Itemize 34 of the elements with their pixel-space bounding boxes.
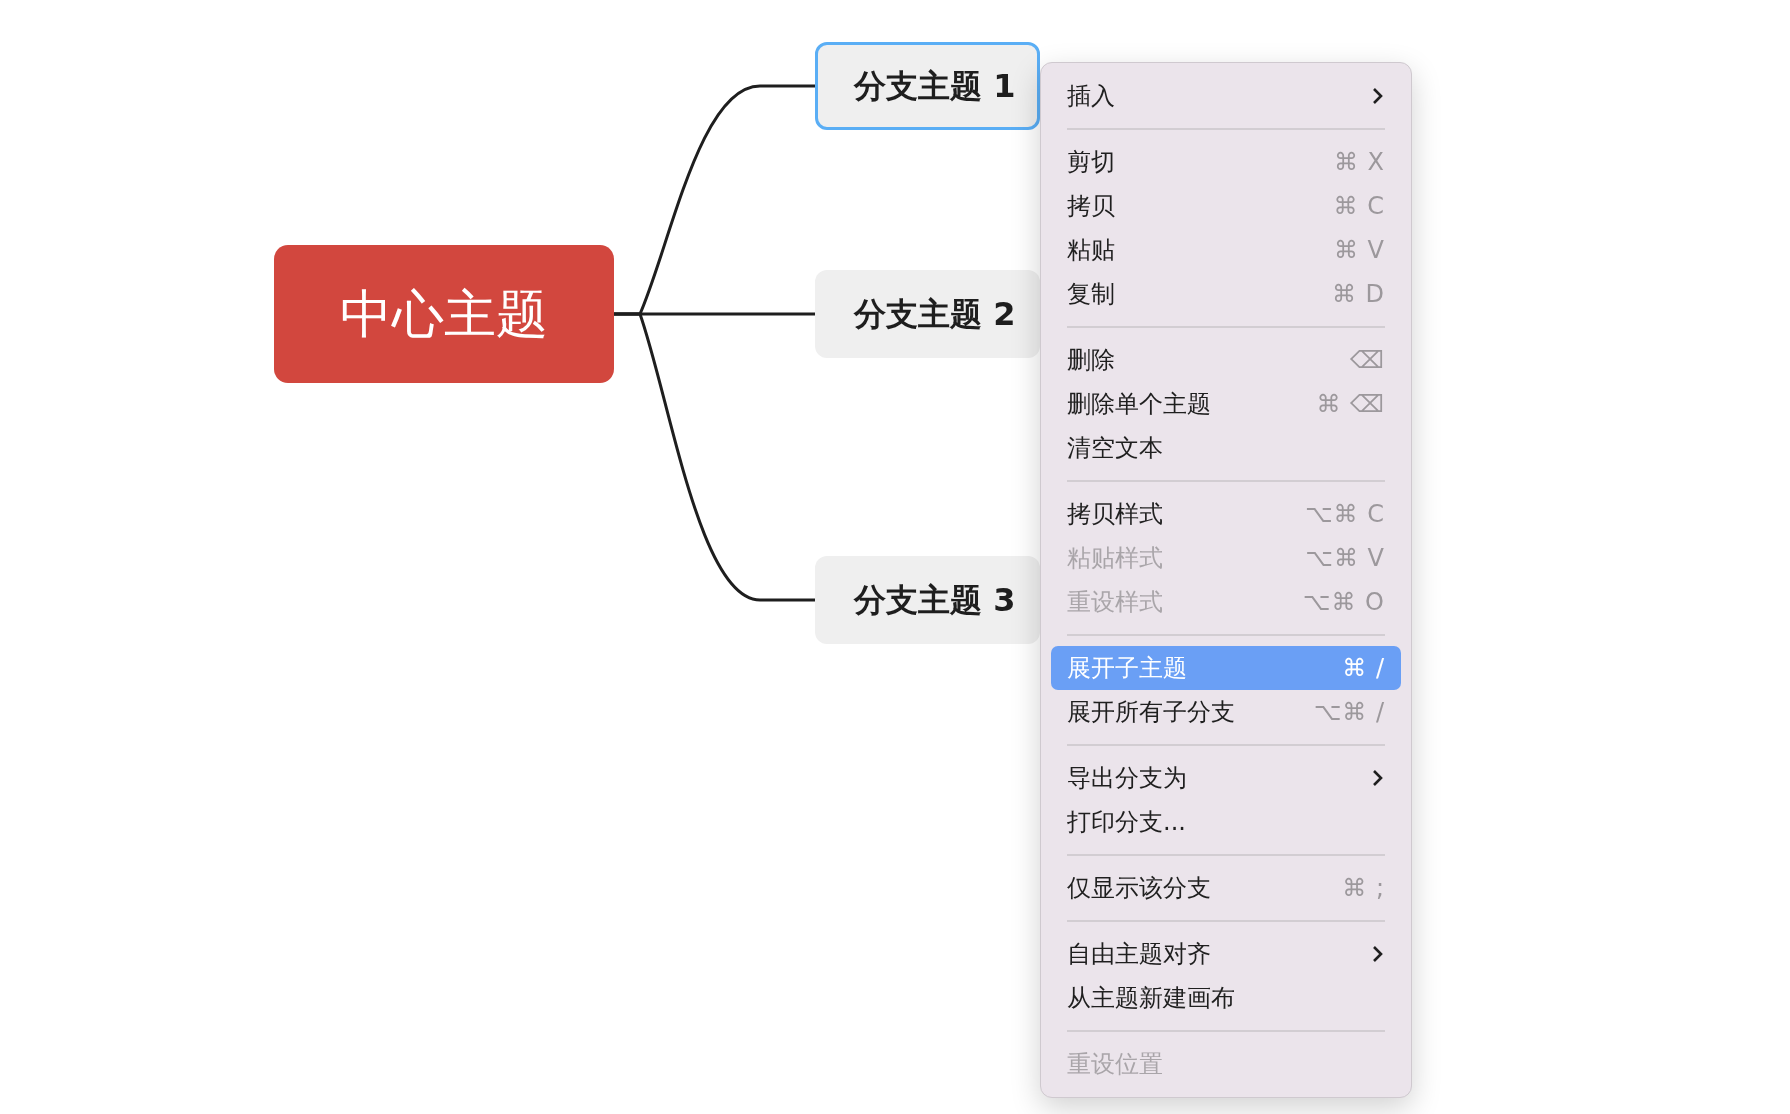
menu-item[interactable]: 删除 ⌫ [1051,338,1401,382]
menu-item[interactable]: 展开所有子分支 ⌥⌘ / [1051,690,1401,734]
keyboard-shortcut: ⌥⌘ O [1302,587,1385,618]
chevron-right-icon [1371,86,1385,106]
menu-item[interactable]: 打印分支... [1051,800,1401,844]
keyboard-shortcut: ⌘ ⌫ [1316,389,1385,420]
menu-item[interactable]: 粘贴 ⌘ V [1051,228,1401,272]
menu-item[interactable]: 仅显示该分支 ⌘ ; [1051,866,1401,910]
branch-topic[interactable]: 分支主题 1 [815,42,1040,130]
keyboard-shortcut: ⌘ C [1333,191,1385,222]
menu-item[interactable]: 复制 ⌘ D [1051,272,1401,316]
keyboard-shortcut: ⌘ ; [1342,873,1385,904]
keyboard-shortcut: ⌘ / [1342,653,1385,684]
branch-topic[interactable]: 分支主题 2 [815,270,1040,358]
menu-item[interactable]: 从主题新建画布 [1051,976,1401,1020]
menu-item[interactable]: 插入 [1051,74,1401,118]
chevron-right-icon [1371,944,1385,964]
keyboard-shortcut: ⌘ V [1333,235,1385,266]
menu-item[interactable]: 自由主题对齐 [1051,932,1401,976]
menu-item[interactable]: 清空文本 [1051,426,1401,470]
keyboard-shortcut: ⌥⌘ C [1304,499,1385,530]
chevron-right-icon [1371,768,1385,788]
menu-item[interactable]: 拷贝样式 ⌥⌘ C [1051,492,1401,536]
keyboard-shortcut: ⌥⌘ / [1313,697,1385,728]
keyboard-shortcut: ⌫ [1350,345,1385,376]
keyboard-shortcut: ⌥⌘ V [1305,543,1385,574]
menu-item[interactable]: 剪切 ⌘ X [1051,140,1401,184]
menu-item[interactable]: 拷贝 ⌘ C [1051,184,1401,228]
central-topic[interactable]: 中心主题 [274,245,614,383]
menu-item[interactable]: 删除单个主题 ⌘ ⌫ [1051,382,1401,426]
branch-topic[interactable]: 分支主题 3 [815,556,1040,644]
keyboard-shortcut: ⌘ X [1333,147,1385,178]
menu-item[interactable]: 导出分支为 [1051,756,1401,800]
keyboard-shortcut: ⌘ D [1331,279,1385,310]
